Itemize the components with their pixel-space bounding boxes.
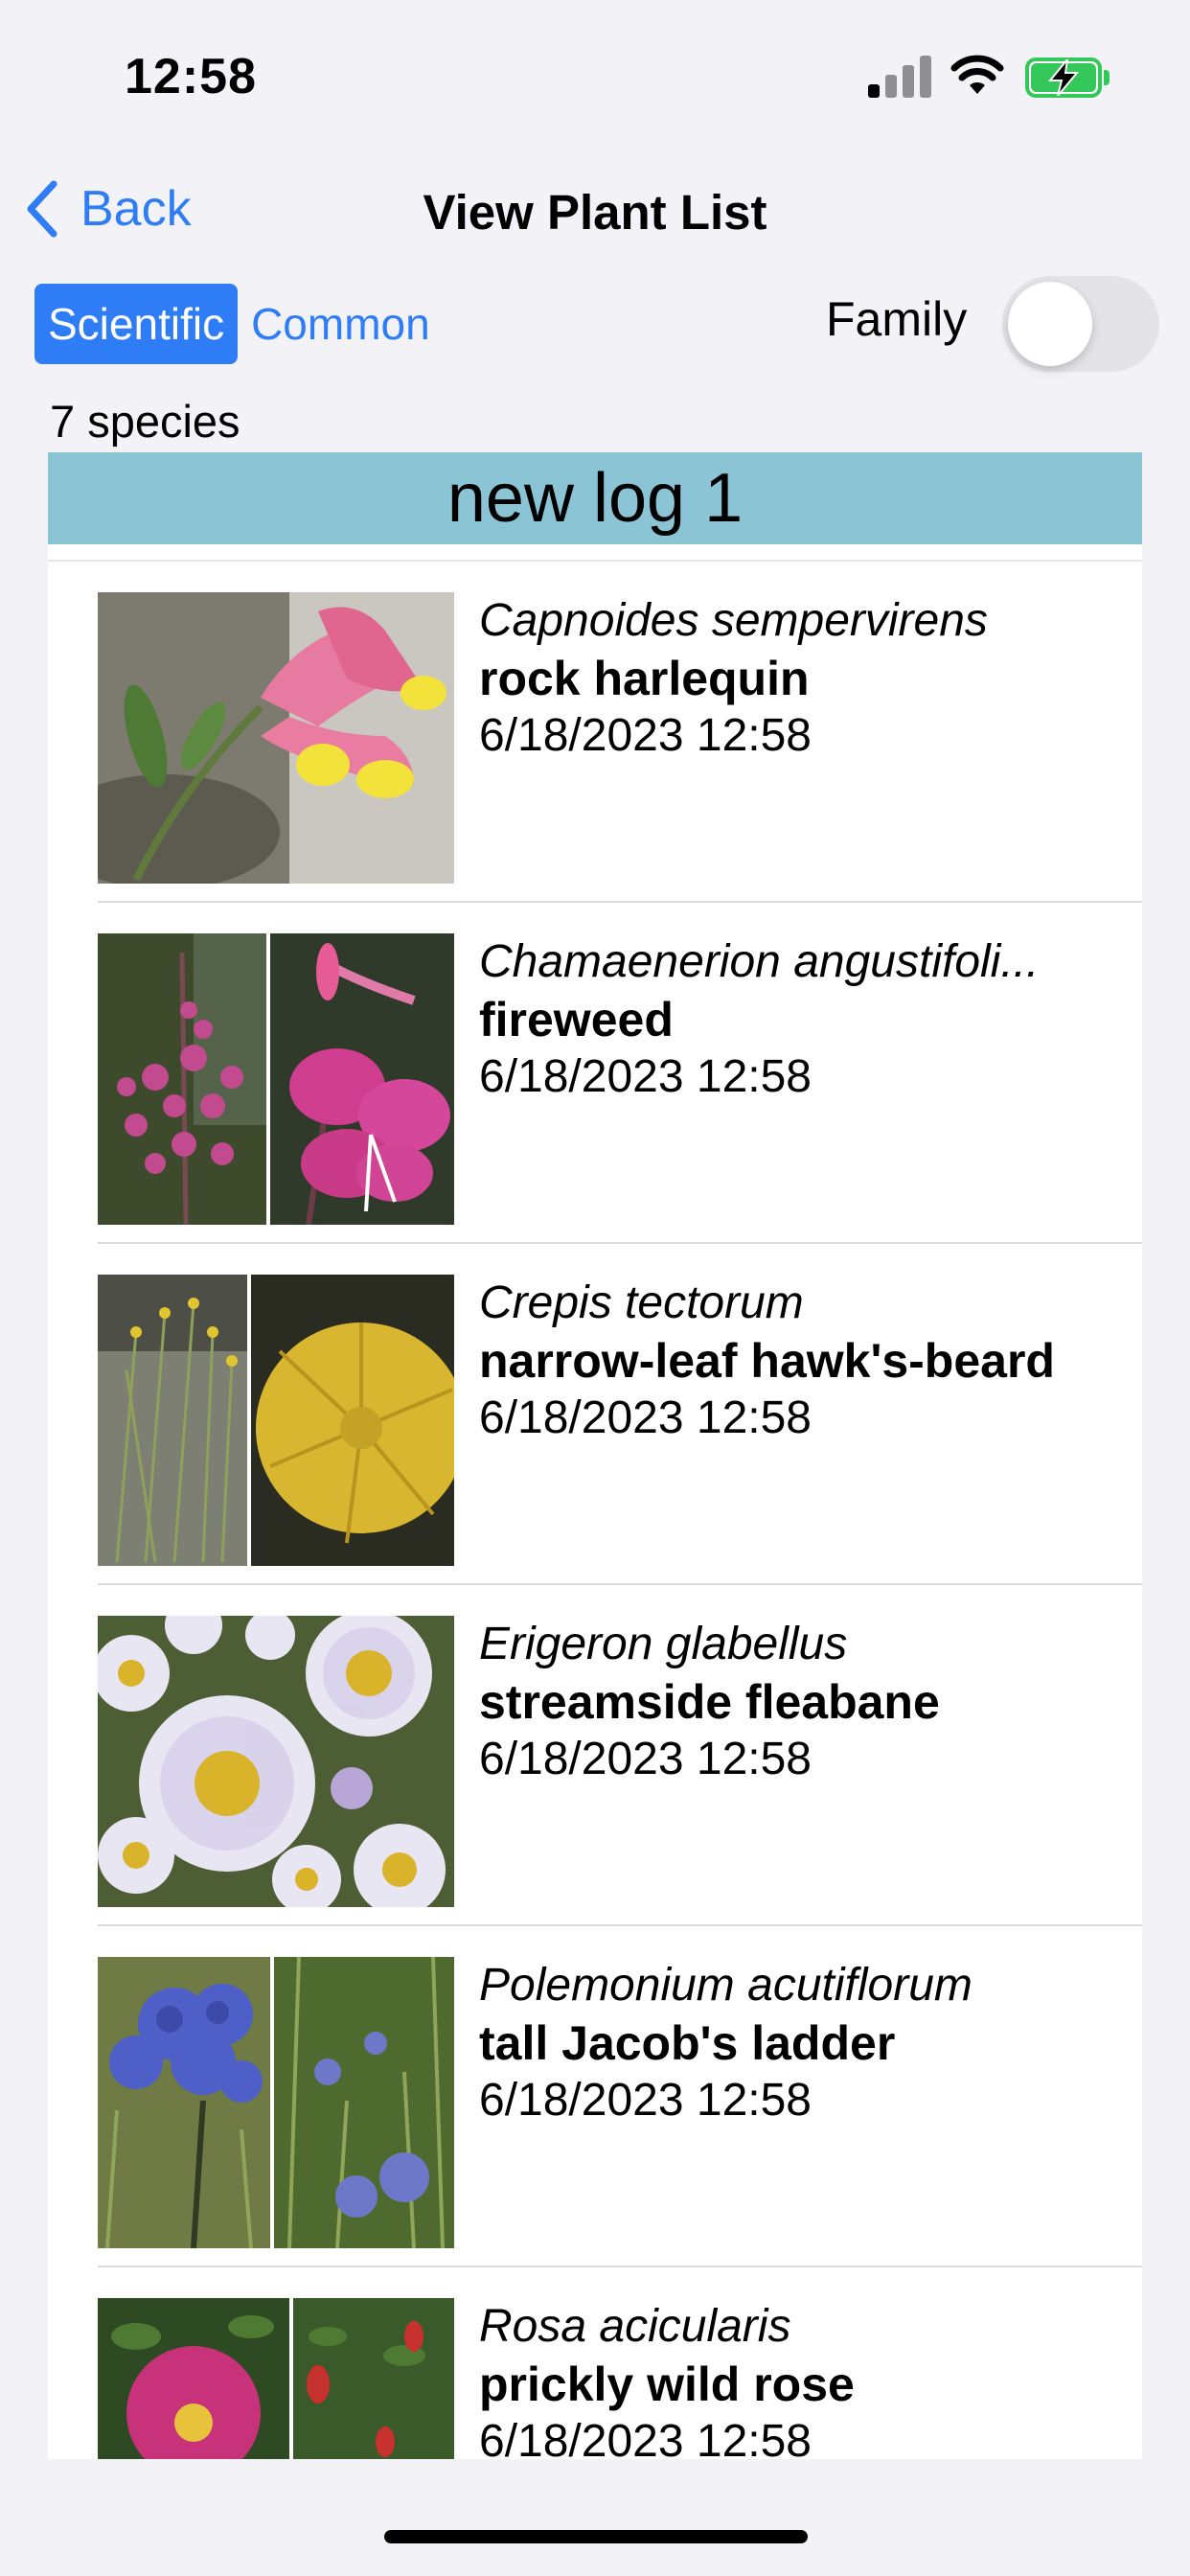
plant-text: Erigeron glabellus streamside fleabane 6… — [479, 1616, 1142, 1788]
common-name: narrow-leaf hawk's-beard — [479, 1334, 1055, 1388]
plant-photo — [98, 1957, 454, 2248]
scientific-name: Crepis tectorum — [479, 1277, 804, 1328]
common-name: fireweed — [479, 993, 674, 1046]
plant-photo — [98, 1275, 454, 1566]
plant-text: Chamaenerion angustifoli... fireweed 6/1… — [479, 933, 1142, 1106]
battery-charging-icon — [1025, 58, 1110, 98]
list-item[interactable]: Erigeron glabellus streamside fleabane 6… — [98, 1585, 1142, 1926]
common-name: rock harlequin — [479, 652, 810, 705]
cellular-signal-icon — [868, 56, 931, 98]
family-toggle[interactable] — [1002, 276, 1159, 372]
scientific-name: Capnoides sempervirens — [479, 595, 988, 646]
list-item[interactable]: Chamaenerion angustifoli... fireweed 6/1… — [98, 903, 1142, 1244]
list-item[interactable]: Polemonium acutiflorum tall Jacob's ladd… — [98, 1926, 1142, 2267]
timestamp: 6/18/2023 12:58 — [479, 710, 812, 761]
scientific-name: Polemonium acutiflorum — [479, 1960, 973, 2011]
plant-text: Crepis tectorum narrow-leaf hawk's-beard… — [479, 1275, 1142, 1447]
plant-photo — [98, 1616, 454, 1907]
name-mode-segmented-control: Scientific Common — [34, 284, 444, 364]
list-item[interactable]: Crepis tectorum narrow-leaf hawk's-beard… — [98, 1244, 1142, 1585]
list-item[interactable]: Rosa acicularis prickly wild rose 6/18/2… — [98, 2267, 1142, 2459]
status-bar: 12:58 — [0, 0, 1190, 153]
species-count: 7 species — [50, 396, 240, 447]
plant-photo — [98, 2298, 454, 2459]
scientific-button[interactable]: Scientific — [34, 284, 239, 364]
timestamp: 6/18/2023 12:58 — [479, 2416, 812, 2459]
page-title: View Plant List — [423, 185, 767, 240]
timestamp: 6/18/2023 12:58 — [479, 2075, 812, 2126]
timestamp: 6/18/2023 12:58 — [479, 1734, 812, 1784]
common-name: tall Jacob's ladder — [479, 2016, 896, 2070]
common-button[interactable]: Common — [238, 284, 444, 364]
plant-text: Polemonium acutiflorum tall Jacob's ladd… — [479, 1957, 1142, 2129]
plant-photo — [98, 933, 454, 1225]
toggle-knob — [1008, 282, 1092, 366]
plant-text: Capnoides sempervirens rock harlequin 6/… — [479, 592, 1142, 765]
family-label: Family — [826, 292, 968, 346]
navigation-bar: Back View Plant List — [0, 172, 1190, 249]
scientific-name: Chamaenerion angustifoli... — [479, 936, 1040, 987]
list-item[interactable]: Capnoides sempervirens rock harlequin 6/… — [98, 562, 1142, 903]
timestamp: 6/18/2023 12:58 — [479, 1051, 812, 1102]
log-header: new log 1 — [48, 452, 1142, 544]
home-indicator[interactable] — [384, 2530, 808, 2543]
plant-text: Rosa acicularis prickly wild rose 6/18/2… — [479, 2298, 1142, 2459]
timestamp: 6/18/2023 12:58 — [479, 1392, 812, 1443]
plant-list: new log 1 Capnoides sempervirens rock ha… — [48, 452, 1142, 2459]
scientific-name: Rosa acicularis — [479, 2301, 791, 2352]
status-time: 12:58 — [125, 49, 257, 104]
common-name: streamside fleabane — [479, 1675, 940, 1729]
scientific-name: Erigeron glabellus — [479, 1619, 848, 1669]
wifi-icon — [950, 55, 1004, 94]
common-name: prickly wild rose — [479, 2358, 855, 2411]
plant-photo — [98, 592, 454, 884]
